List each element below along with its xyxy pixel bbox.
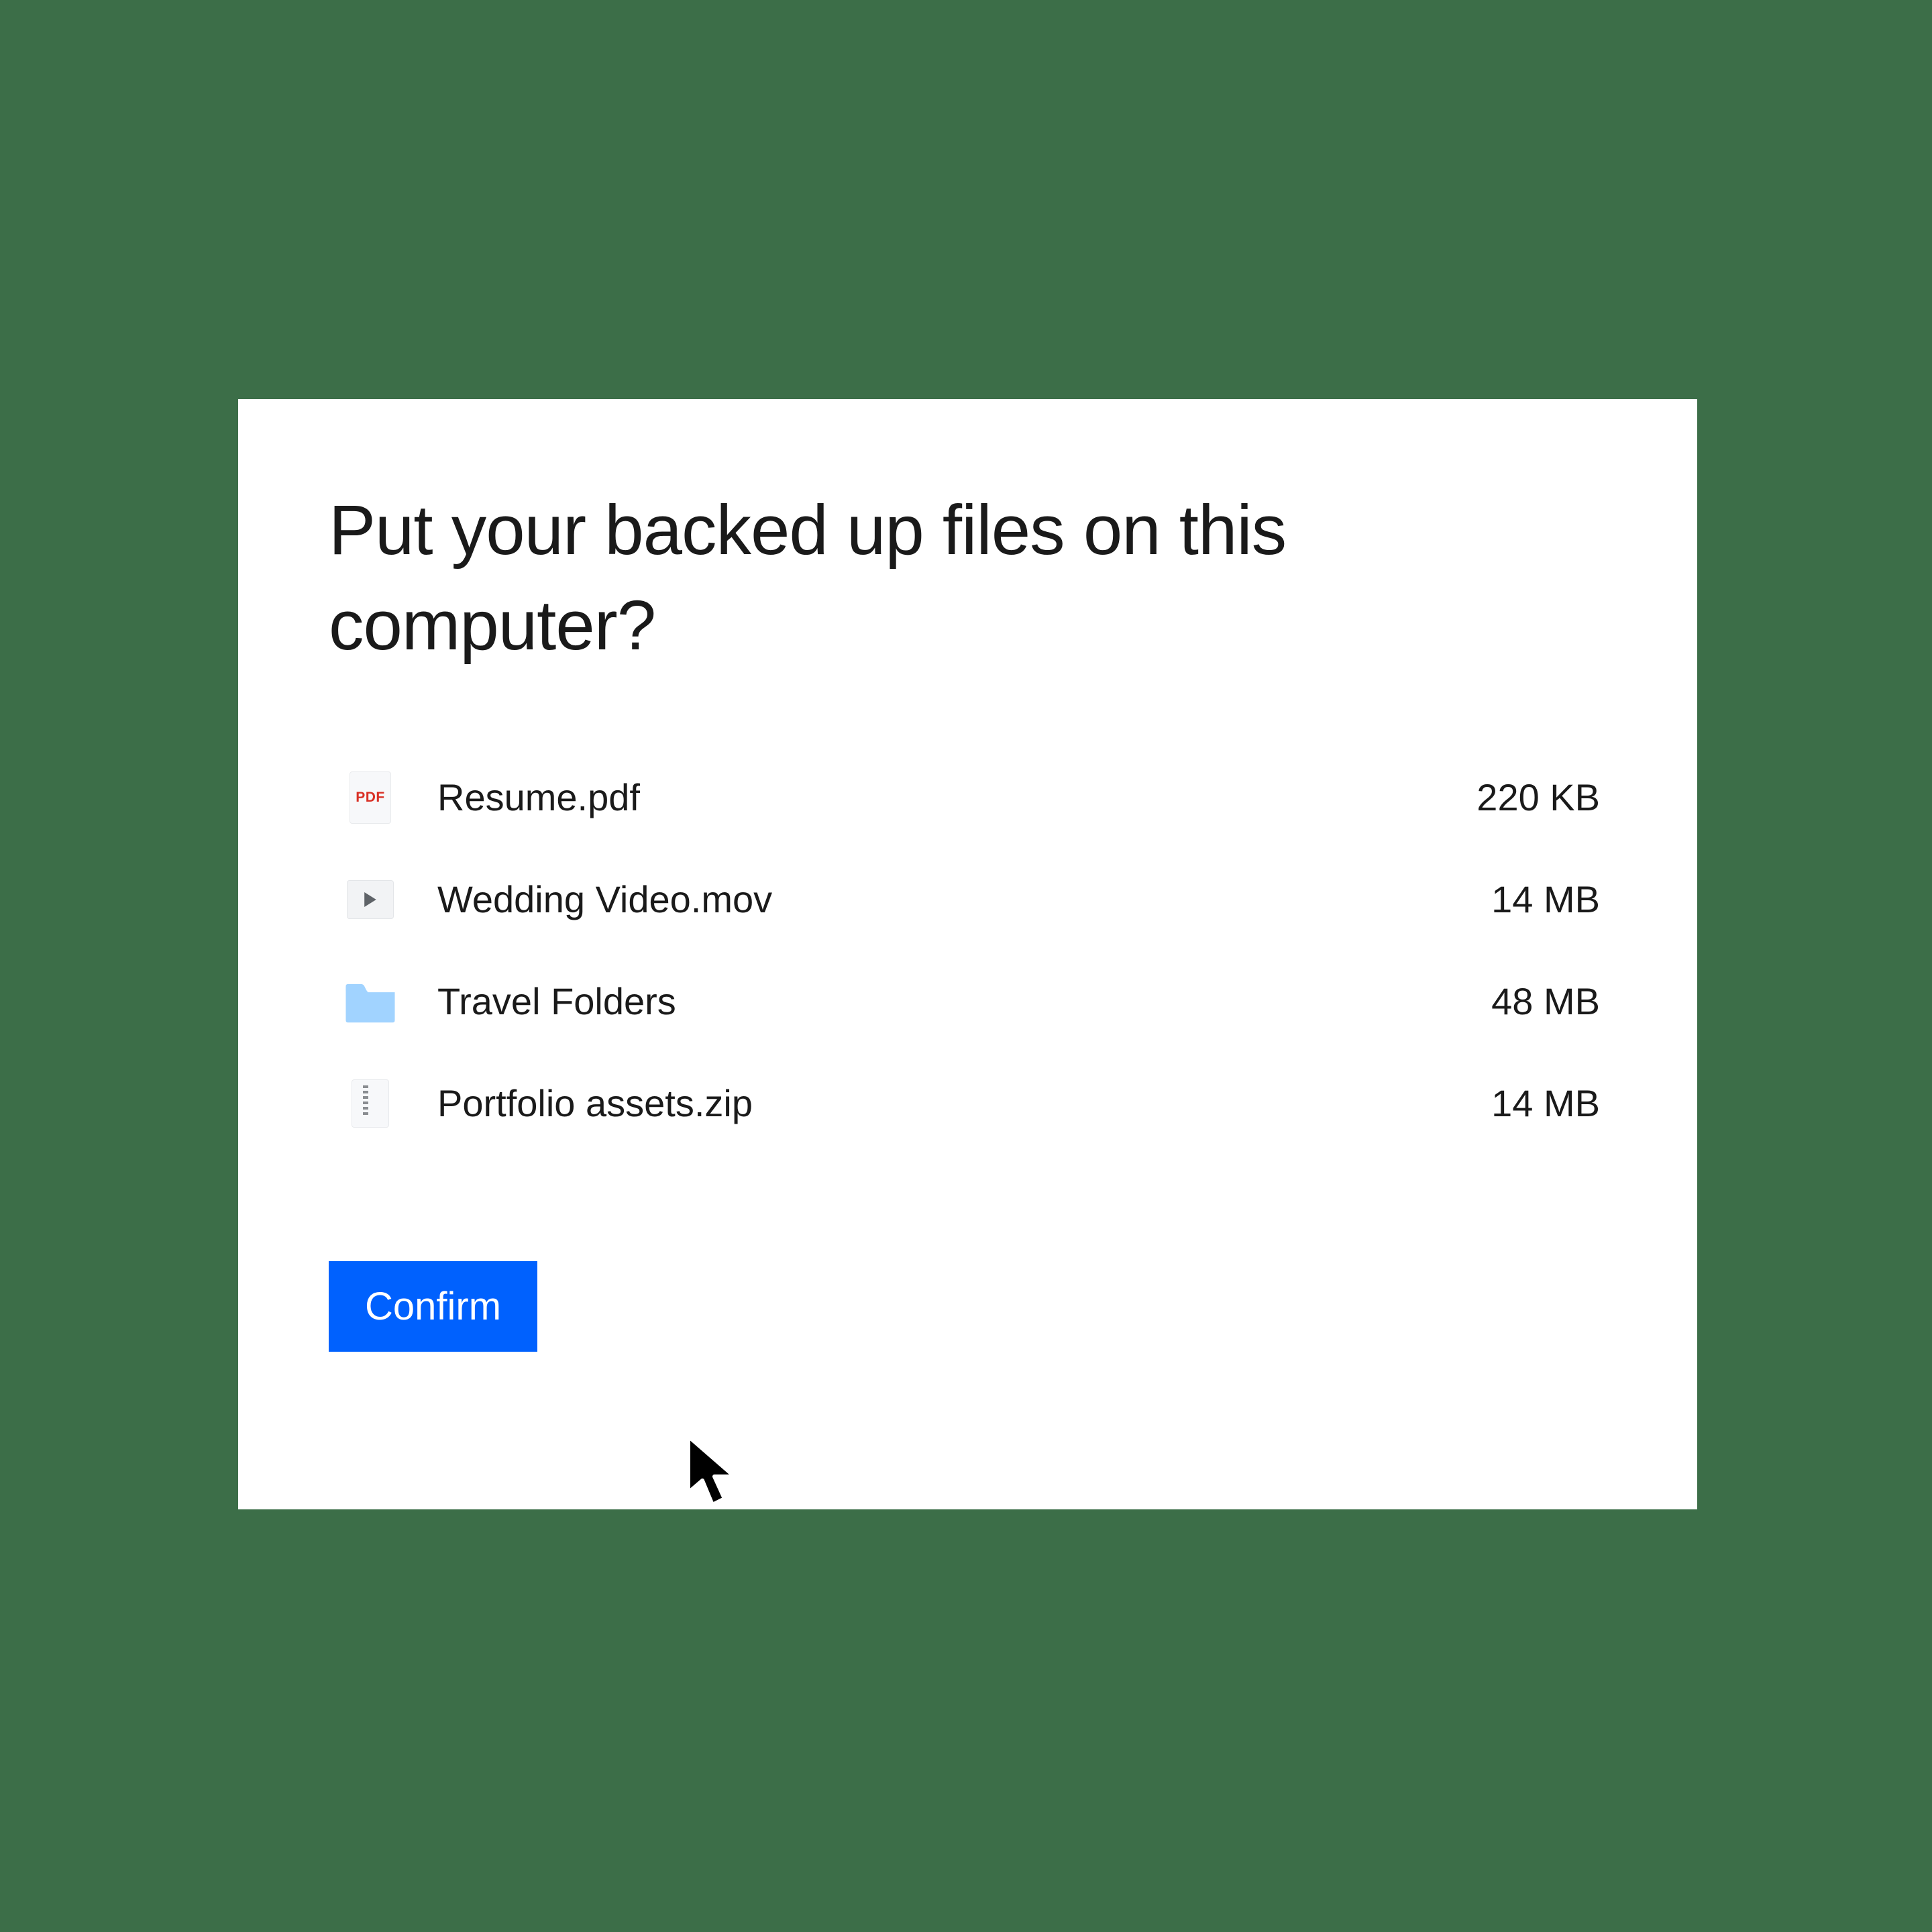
file-list: PDF Resume.pdf 220 KB Wedding Video.mov … (329, 771, 1607, 1130)
confirm-button[interactable]: Confirm (329, 1261, 537, 1352)
file-name: Travel Folders (437, 979, 1491, 1023)
video-file-icon (343, 873, 397, 926)
file-row[interactable]: Wedding Video.mov 14 MB (343, 873, 1600, 926)
dialog-title: Put your backed up files on this compute… (329, 483, 1607, 674)
file-name: Wedding Video.mov (437, 877, 1491, 921)
folder-icon (343, 975, 397, 1028)
file-name: Resume.pdf (437, 775, 1477, 819)
restore-files-dialog: Put your backed up files on this compute… (238, 399, 1697, 1509)
file-row[interactable]: Travel Folders 48 MB (343, 975, 1600, 1028)
file-size: 14 MB (1491, 1081, 1600, 1125)
file-name: Portfolio assets.zip (437, 1081, 1491, 1125)
file-row[interactable]: Portfolio assets.zip 14 MB (343, 1077, 1600, 1130)
zip-file-icon (343, 1077, 397, 1130)
file-size: 220 KB (1477, 775, 1600, 819)
file-size: 48 MB (1491, 979, 1600, 1023)
file-size: 14 MB (1491, 877, 1600, 921)
pdf-file-icon: PDF (343, 771, 397, 824)
file-row[interactable]: PDF Resume.pdf 220 KB (343, 771, 1600, 824)
